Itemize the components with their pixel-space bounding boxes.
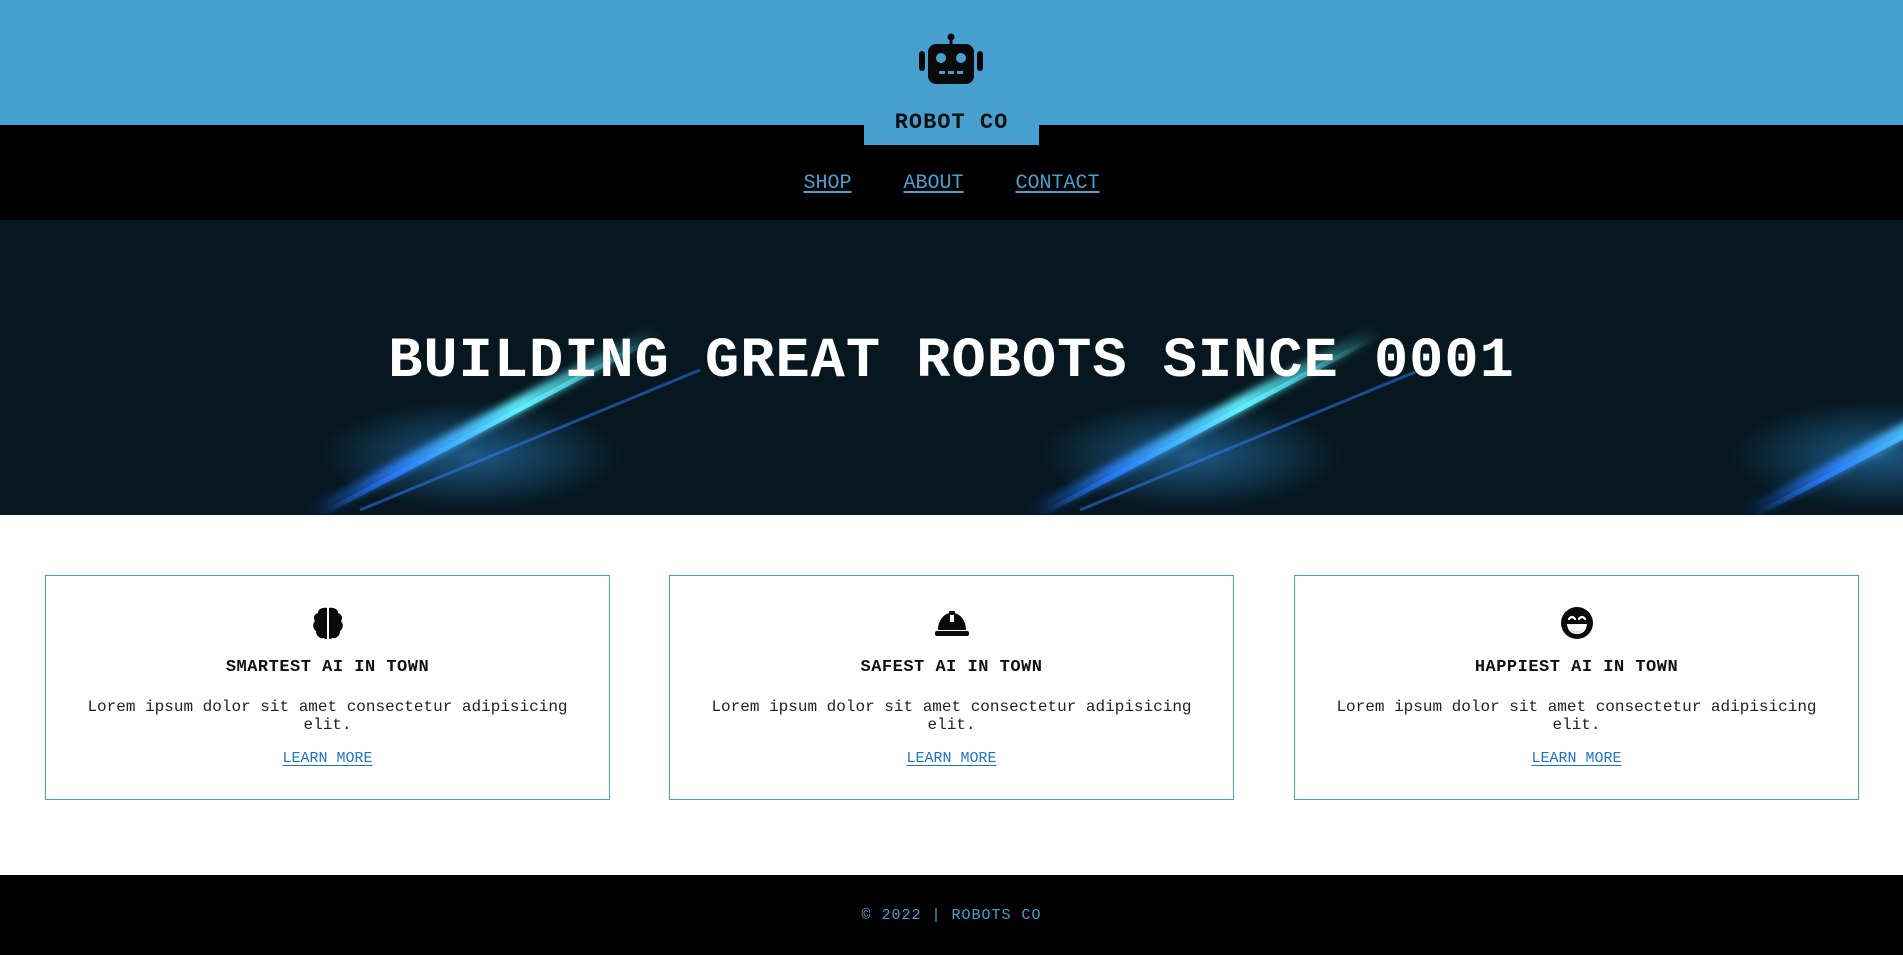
card-text: Lorem ipsum dolor sit amet consectetur a… bbox=[711, 698, 1192, 734]
nav-link-shop[interactable]: SHOP bbox=[803, 172, 851, 195]
feature-card-happiest: HAPPIEST AI IN TOWN Lorem ipsum dolor si… bbox=[1294, 575, 1859, 800]
brand-name: ROBOT CO bbox=[894, 110, 1009, 135]
card-text: Lorem ipsum dolor sit amet consectetur a… bbox=[87, 698, 568, 734]
nav-link-contact[interactable]: CONTACT bbox=[1016, 172, 1100, 195]
brain-icon bbox=[312, 607, 343, 639]
footer-copyright: © 2022 | ROBOTS CO bbox=[861, 906, 1042, 924]
robot-icon[interactable] bbox=[919, 33, 983, 87]
site-footer: © 2022 | ROBOTS CO bbox=[0, 875, 1903, 955]
feature-card-smartest: SMARTEST AI IN TOWN Lorem ipsum dolor si… bbox=[45, 575, 610, 800]
card-text: Lorem ipsum dolor sit amet consectetur a… bbox=[1336, 698, 1817, 734]
logo-tab[interactable]: ROBOT CO bbox=[864, 98, 1039, 145]
learn-more-link[interactable]: LEARN MORE bbox=[46, 750, 609, 767]
card-title: SAFEST AI IN TOWN bbox=[860, 658, 1043, 677]
learn-more-link[interactable]: LEARN MORE bbox=[1295, 750, 1858, 767]
features-section: SMARTEST AI IN TOWN Lorem ipsum dolor si… bbox=[0, 515, 1903, 875]
hero-title: BUILDING GREAT ROBOTS SINCE 0001 bbox=[388, 330, 1515, 394]
hero-banner: BUILDING GREAT ROBOTS SINCE 0001 bbox=[0, 220, 1903, 515]
feature-card-safest: SAFEST AI IN TOWN Lorem ipsum dolor sit … bbox=[669, 575, 1234, 800]
card-title: SMARTEST AI IN TOWN bbox=[225, 658, 430, 677]
learn-more-link[interactable]: LEARN MORE bbox=[670, 750, 1233, 767]
hard-hat-icon bbox=[934, 611, 969, 636]
card-title: HAPPIEST AI IN TOWN bbox=[1474, 658, 1679, 677]
nav-link-about[interactable]: ABOUT bbox=[903, 172, 963, 195]
laughing-face-icon bbox=[1560, 607, 1593, 639]
site-header: ROBOT CO bbox=[0, 0, 1903, 145]
